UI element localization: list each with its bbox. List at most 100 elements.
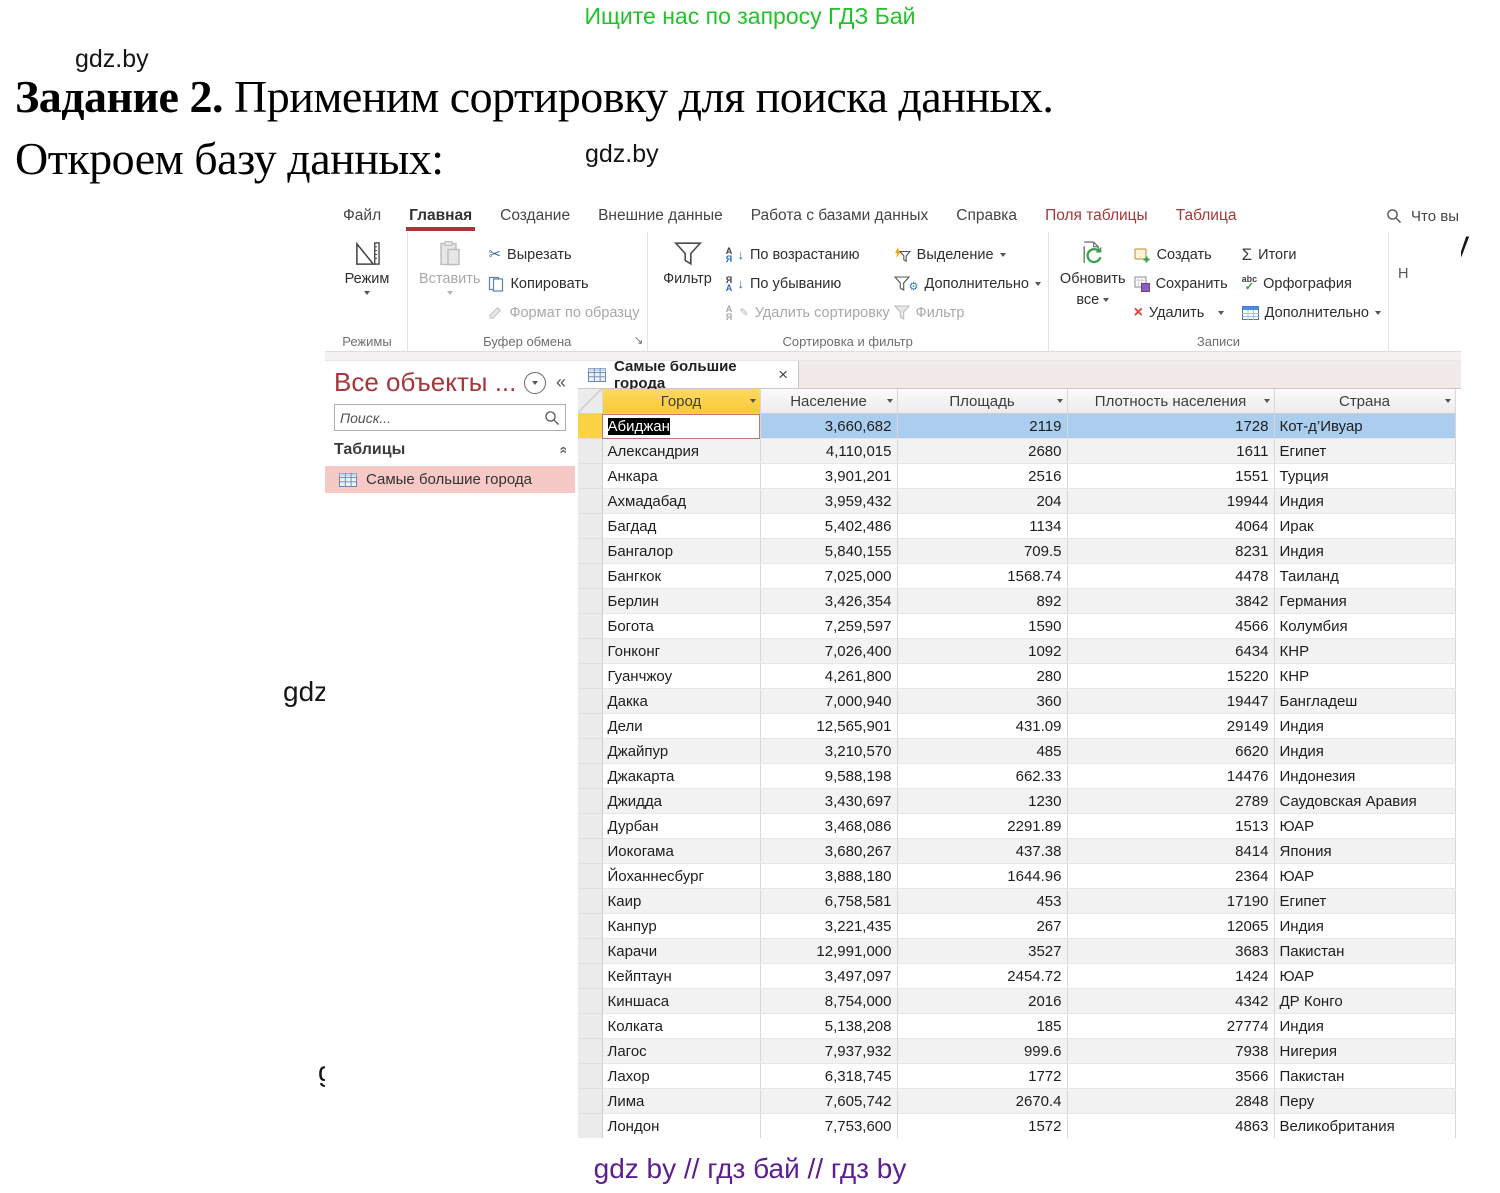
cell-population[interactable]: 8,754,000: [760, 989, 897, 1014]
cell-density[interactable]: 29149: [1067, 714, 1274, 739]
cell-country[interactable]: Пакистан: [1274, 939, 1455, 964]
record-selector[interactable]: [578, 764, 602, 789]
record-selector[interactable]: [578, 689, 602, 714]
cell-population[interactable]: 3,497,097: [760, 964, 897, 989]
cell-density[interactable]: 8231: [1067, 539, 1274, 564]
cell-country[interactable]: Перу: [1274, 1089, 1455, 1114]
cell-population[interactable]: 7,753,600: [760, 1114, 897, 1139]
cell-density[interactable]: 1728: [1067, 414, 1274, 439]
cell-population[interactable]: 7,026,400: [760, 639, 897, 664]
record-selector[interactable]: [578, 889, 602, 914]
cell-population[interactable]: 3,468,086: [760, 814, 897, 839]
cell-population[interactable]: 7,000,940: [760, 689, 897, 714]
nav-menu-button[interactable]: [524, 372, 546, 394]
column-dropdown-icon[interactable]: [750, 399, 756, 403]
record-selector[interactable]: [578, 614, 602, 639]
tab-file[interactable]: Файл: [329, 200, 395, 232]
cell-population[interactable]: 3,660,682: [760, 414, 897, 439]
cell-city[interactable]: Богота: [602, 614, 760, 639]
cell-population[interactable]: 6,318,745: [760, 1064, 897, 1089]
cell-country[interactable]: Турция: [1274, 464, 1455, 489]
record-selector[interactable]: [578, 1039, 602, 1064]
cell-population[interactable]: 4,261,800: [760, 664, 897, 689]
cell-area[interactable]: 2291.89: [897, 814, 1067, 839]
record-selector[interactable]: [578, 1114, 602, 1139]
cell-country[interactable]: Колумбия: [1274, 614, 1455, 639]
cell-country[interactable]: Кот-д’Ивуар: [1274, 414, 1455, 439]
cell-country[interactable]: Индия: [1274, 739, 1455, 764]
cell-country[interactable]: ДР Конго: [1274, 989, 1455, 1014]
cell-country[interactable]: Индонезия: [1274, 764, 1455, 789]
cell-country[interactable]: КНР: [1274, 639, 1455, 664]
cell-density[interactable]: 4478: [1067, 564, 1274, 589]
column-dropdown-icon[interactable]: [1264, 399, 1270, 403]
cell-population[interactable]: 5,402,486: [760, 514, 897, 539]
record-selector[interactable]: [578, 564, 602, 589]
cell-population[interactable]: 9,588,198: [760, 764, 897, 789]
cell-area[interactable]: 3527: [897, 939, 1067, 964]
cell-area[interactable]: 437.38: [897, 839, 1067, 864]
cell-city[interactable]: Йоханнесбург: [602, 864, 760, 889]
record-selector[interactable]: [578, 914, 602, 939]
cell-country[interactable]: Нигерия: [1274, 1039, 1455, 1064]
cell-area[interactable]: 2119: [897, 414, 1067, 439]
cell-city[interactable]: Иокогама: [602, 839, 760, 864]
cell-population[interactable]: 3,221,435: [760, 914, 897, 939]
column-dropdown-icon[interactable]: [887, 399, 893, 403]
cell-city[interactable]: Карачи: [602, 939, 760, 964]
cell-density[interactable]: 6620: [1067, 739, 1274, 764]
cell-area[interactable]: 2016: [897, 989, 1067, 1014]
nav-section-tables[interactable]: Таблицы »: [334, 441, 566, 464]
tab-table[interactable]: Таблица: [1162, 200, 1251, 232]
tab-help[interactable]: Справка: [942, 200, 1031, 232]
cell-city[interactable]: Абиджан: [602, 414, 760, 439]
cell-area[interactable]: 2454.72: [897, 964, 1067, 989]
column-header-city[interactable]: Город: [602, 389, 760, 414]
cell-area[interactable]: 267: [897, 914, 1067, 939]
cell-country[interactable]: Египет: [1274, 439, 1455, 464]
cell-area[interactable]: 185: [897, 1014, 1067, 1039]
cell-population[interactable]: 3,901,201: [760, 464, 897, 489]
record-selector[interactable]: [578, 1014, 602, 1039]
cell-country[interactable]: Пакистан: [1274, 1064, 1455, 1089]
cell-area[interactable]: 1230: [897, 789, 1067, 814]
cell-density[interactable]: 1611: [1067, 439, 1274, 464]
record-selector[interactable]: [578, 414, 602, 439]
document-tab[interactable]: Самые большие города ×: [578, 361, 799, 388]
cell-area[interactable]: 280: [897, 664, 1067, 689]
cell-city[interactable]: Берлин: [602, 589, 760, 614]
cell-density[interactable]: 6434: [1067, 639, 1274, 664]
cell-population[interactable]: 3,210,570: [760, 739, 897, 764]
record-selector[interactable]: [578, 514, 602, 539]
cell-city[interactable]: Джидда: [602, 789, 760, 814]
cell-country[interactable]: ЮАР: [1274, 814, 1455, 839]
totals-button[interactable]: Σ Итоги: [1242, 244, 1381, 265]
record-selector[interactable]: [578, 1089, 602, 1114]
cell-density[interactable]: 14476: [1067, 764, 1274, 789]
cell-density[interactable]: 17190: [1067, 889, 1274, 914]
cut-button[interactable]: ✂ Вырезать: [488, 244, 639, 265]
tab-database-tools[interactable]: Работа с базами данных: [737, 200, 943, 232]
cell-density[interactable]: 3842: [1067, 589, 1274, 614]
cell-area[interactable]: 662.33: [897, 764, 1067, 789]
save-record-button[interactable]: Сохранить: [1134, 273, 1228, 294]
column-header-population[interactable]: Население: [760, 389, 897, 414]
cell-area[interactable]: 1772: [897, 1064, 1067, 1089]
cell-city[interactable]: Киншаса: [602, 989, 760, 1014]
cell-population[interactable]: 7,025,000: [760, 564, 897, 589]
cell-area[interactable]: 1134: [897, 514, 1067, 539]
nav-pane-title-bar[interactable]: Все объекты ... «: [334, 365, 566, 404]
cell-density[interactable]: 27774: [1067, 1014, 1274, 1039]
nav-search-box[interactable]: Поиск...: [334, 404, 566, 431]
refresh-all-button[interactable]: Обновить все: [1056, 237, 1130, 309]
cell-area[interactable]: 204: [897, 489, 1067, 514]
cell-density[interactable]: 4566: [1067, 614, 1274, 639]
record-selector[interactable]: [578, 964, 602, 989]
filter-button[interactable]: Фильтр: [655, 237, 721, 288]
cell-density[interactable]: 4863: [1067, 1114, 1274, 1139]
column-header-density[interactable]: Плотность населения: [1067, 389, 1274, 414]
cell-population[interactable]: 7,605,742: [760, 1089, 897, 1114]
cell-country[interactable]: Саудовская Аравия: [1274, 789, 1455, 814]
cell-density[interactable]: 2789: [1067, 789, 1274, 814]
cell-city[interactable]: Бангкок: [602, 564, 760, 589]
